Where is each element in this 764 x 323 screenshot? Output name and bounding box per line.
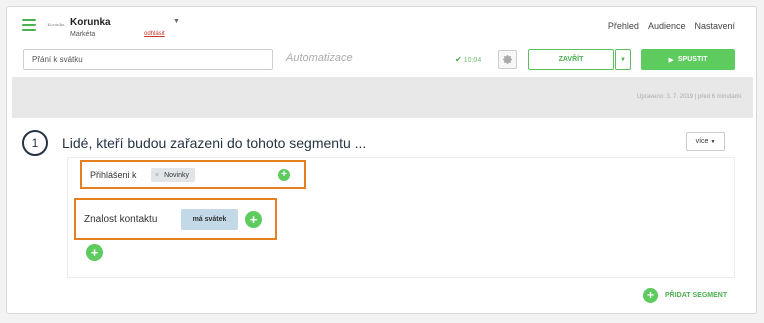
list-tag: × Novinky: [151, 168, 195, 182]
app-frame: Korunka Korunka ▼ Markéta odhlásit Přehl…: [6, 6, 757, 314]
automation-name-input[interactable]: [23, 49, 273, 70]
add-condition-icon[interactable]: +: [86, 244, 103, 261]
info-band: Upraveno: 3. 7. 2019 | před 6 minutami: [12, 77, 753, 118]
updated-timestamp: Upraveno: 3. 7. 2019 | před 6 minutami: [637, 94, 741, 100]
automation-toolbar: Automatizace ✔10:04 ZAVŘÍT ▼ ▶SPUSTIT: [7, 45, 756, 77]
add-segment-label: PŘIDAT SEGMENT: [665, 292, 728, 299]
close-button[interactable]: ZAVŘÍT: [528, 49, 614, 70]
nav-item-prehled[interactable]: Přehled: [608, 21, 639, 31]
saved-time: 10:04: [463, 57, 482, 64]
play-icon: ▶: [668, 56, 674, 64]
add-list-icon[interactable]: +: [278, 169, 290, 181]
nav-item-audience[interactable]: Audience: [648, 21, 686, 31]
check-icon: ✔: [455, 55, 462, 64]
more-button-label: více: [695, 138, 709, 145]
saved-status: ✔ 10:04: [455, 55, 481, 64]
user-name: Markéta: [70, 31, 96, 38]
logout-link[interactable]: odhlásit: [144, 31, 165, 37]
settings-button[interactable]: [498, 50, 517, 69]
company-logo: Korunka: [47, 22, 65, 27]
condition-label: Přihlášeni k: [90, 170, 137, 180]
tag-label: Novinky: [164, 171, 189, 179]
close-dropdown-button[interactable]: ▼: [615, 49, 631, 70]
remove-tag-icon[interactable]: ×: [155, 172, 159, 179]
run-button-label: SPUSTIT: [677, 56, 708, 63]
organization-name: Korunka: [70, 17, 111, 28]
segment-title: Lidé, kteří budou zařazeni do tohoto seg…: [62, 135, 367, 151]
add-criterion-icon[interactable]: +: [245, 211, 262, 228]
main-nav: Přehled Audience Nastavení: [608, 21, 735, 31]
condition-label: Znalost kontaktu: [84, 214, 158, 225]
nav-item-nastaveni[interactable]: Nastavení: [694, 21, 735, 31]
automation-label: Automatizace: [286, 52, 353, 64]
hamburger-menu-icon[interactable]: [22, 19, 36, 31]
condition-subscribed[interactable]: Přihlášeni k × Novinky +: [80, 160, 306, 189]
condition-contact-knowledge[interactable]: Znalost kontaktu má svátek +: [74, 198, 277, 240]
run-button[interactable]: ▶ SPUSTIT: [641, 49, 735, 70]
plus-circle-icon: +: [643, 288, 658, 303]
add-segment-button[interactable]: + PŘIDAT SEGMENT: [643, 288, 727, 303]
caret-down-icon: ▼: [710, 138, 716, 145]
segment-number: 1: [22, 130, 48, 156]
condition-badge[interactable]: má svátek: [181, 209, 238, 230]
chevron-down-icon[interactable]: ▼: [173, 18, 180, 25]
chevron-down-icon: ▼: [620, 56, 626, 63]
gear-icon: [502, 54, 513, 65]
more-button[interactable]: více ▼: [686, 132, 725, 151]
top-navigation: Korunka Korunka ▼ Markéta odhlásit Přehl…: [7, 7, 756, 45]
